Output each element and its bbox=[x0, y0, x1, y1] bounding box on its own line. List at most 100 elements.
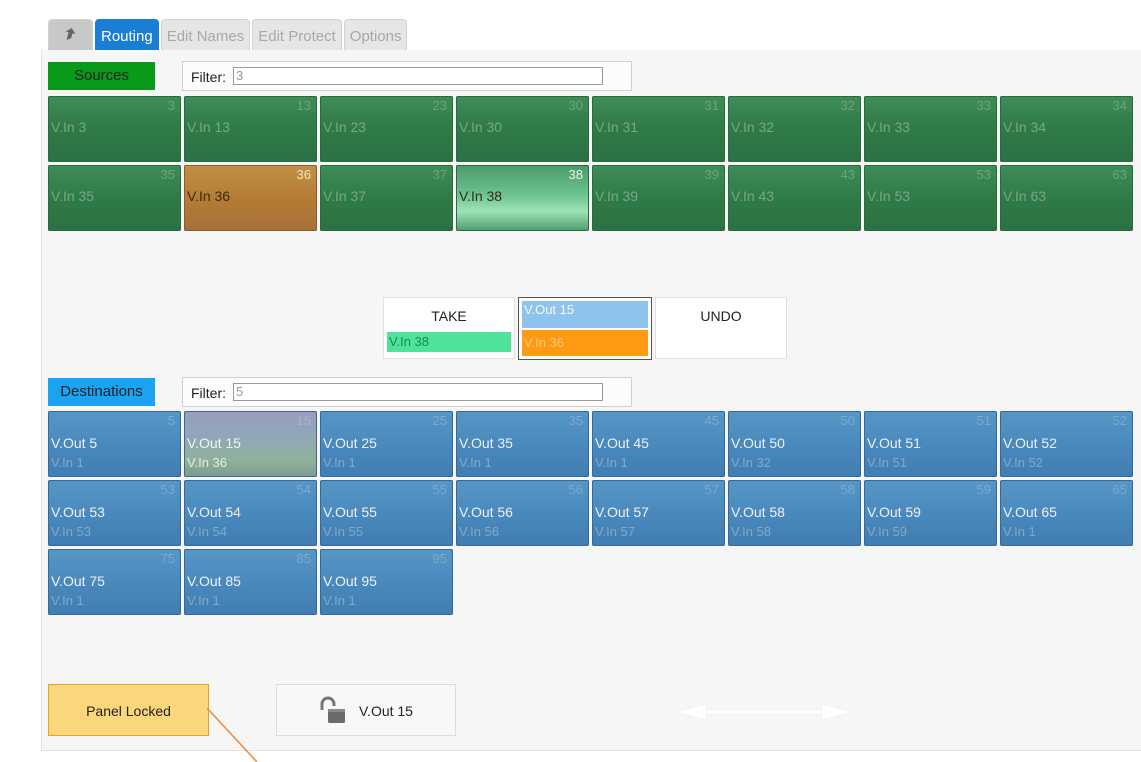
source-number: 33 bbox=[976, 98, 991, 113]
destination-name: V.Out 50 bbox=[731, 435, 785, 451]
source-button[interactable]: 32 V.In 32 bbox=[728, 96, 861, 162]
destination-source: V.In 54 bbox=[187, 524, 228, 539]
destination-number: 51 bbox=[976, 413, 991, 428]
destination-source: V.In 51 bbox=[867, 455, 908, 470]
undo-button[interactable]: UNDO bbox=[655, 297, 787, 359]
destinations-filter-label: Filter: bbox=[191, 385, 226, 401]
source-number: 32 bbox=[840, 98, 855, 113]
destination-number: 58 bbox=[840, 482, 855, 497]
destination-number: 59 bbox=[976, 482, 991, 497]
destination-source: V.In 56 bbox=[459, 524, 500, 539]
destination-number: 56 bbox=[568, 482, 583, 497]
destination-button[interactable]: 58 V.Out 58 V.In 58 bbox=[728, 480, 861, 546]
destinations-filter-input[interactable]: 5 bbox=[233, 383, 603, 401]
destination-source: V.In 1 bbox=[187, 593, 220, 608]
tab-routing[interactable]: Routing bbox=[95, 19, 159, 50]
take-button[interactable]: TAKE V.In 38 bbox=[383, 297, 515, 359]
source-button[interactable]: 30 V.In 30 bbox=[456, 96, 589, 162]
destination-number: 5 bbox=[167, 413, 175, 428]
tab-bar: Routing Edit Names Edit Protect Options bbox=[48, 19, 408, 50]
source-name: V.In 32 bbox=[731, 119, 775, 135]
source-button[interactable]: 31 V.In 31 bbox=[592, 96, 725, 162]
source-number: 34 bbox=[1112, 98, 1127, 113]
source-number: 37 bbox=[432, 167, 447, 182]
destination-button[interactable]: 35 V.Out 35 V.In 1 bbox=[456, 411, 589, 477]
destination-button[interactable]: 52 V.Out 52 V.In 52 bbox=[1000, 411, 1133, 477]
tab-options[interactable]: Options bbox=[343, 19, 408, 50]
tab-edit-names[interactable]: Edit Names bbox=[160, 19, 251, 50]
destination-button[interactable]: 55 V.Out 55 V.In 55 bbox=[320, 480, 453, 546]
source-button[interactable]: 3 V.In 3 bbox=[48, 96, 181, 162]
destination-button[interactable]: 65 V.Out 65 V.In 1 bbox=[1000, 480, 1133, 546]
source-button[interactable]: 33 V.In 33 bbox=[864, 96, 997, 162]
destination-name: V.Out 45 bbox=[595, 435, 649, 451]
sources-label[interactable]: Sources bbox=[48, 62, 155, 90]
tab-edit-protect[interactable]: Edit Protect bbox=[252, 19, 342, 50]
destination-name: V.Out 25 bbox=[323, 435, 377, 451]
destination-button[interactable]: 50 V.Out 50 V.In 32 bbox=[728, 411, 861, 477]
destination-name: V.Out 53 bbox=[51, 504, 105, 520]
source-button[interactable]: 37 V.In 37 bbox=[320, 165, 453, 231]
destination-button[interactable]: 75 V.Out 75 V.In 1 bbox=[48, 549, 181, 615]
destination-name: V.Out 95 bbox=[323, 573, 377, 589]
destination-source: V.In 52 bbox=[1003, 455, 1044, 470]
destination-button[interactable]: 53 V.Out 53 V.In 53 bbox=[48, 480, 181, 546]
source-number: 39 bbox=[704, 167, 719, 182]
source-name: V.In 33 bbox=[867, 119, 911, 135]
source-number: 23 bbox=[432, 98, 447, 113]
destination-button[interactable]: 95 V.Out 95 V.In 1 bbox=[320, 549, 453, 615]
source-name: V.In 35 bbox=[51, 188, 95, 204]
destination-button[interactable]: 85 V.Out 85 V.In 1 bbox=[184, 549, 317, 615]
destinations-filter: Filter: 5 bbox=[182, 377, 632, 407]
destination-number: 54 bbox=[296, 482, 311, 497]
panel-locked-button[interactable]: Panel Locked bbox=[48, 684, 209, 736]
destinations-label[interactable]: Destinations bbox=[48, 378, 155, 406]
destination-button[interactable]: 45 V.Out 45 V.In 1 bbox=[592, 411, 725, 477]
destination-button[interactable]: 59 V.Out 59 V.In 59 bbox=[864, 480, 997, 546]
source-button[interactable]: 13 V.In 13 bbox=[184, 96, 317, 162]
source-button[interactable]: 38 V.In 38 bbox=[456, 165, 589, 231]
destination-number: 55 bbox=[432, 482, 447, 497]
take-label: TAKE bbox=[431, 308, 467, 324]
source-button[interactable]: 34 V.In 34 bbox=[1000, 96, 1133, 162]
destination-button[interactable]: 25 V.Out 25 V.In 1 bbox=[320, 411, 453, 477]
destination-name: V.Out 85 bbox=[187, 573, 241, 589]
source-name: V.In 34 bbox=[1003, 119, 1047, 135]
source-button[interactable]: 36 V.In 36 bbox=[184, 165, 317, 231]
source-name: V.In 43 bbox=[731, 188, 775, 204]
destination-source: V.In 58 bbox=[731, 524, 772, 539]
destination-button[interactable]: 51 V.Out 51 V.In 51 bbox=[864, 411, 997, 477]
destination-button[interactable]: 57 V.Out 57 V.In 57 bbox=[592, 480, 725, 546]
sources-grid: 3 V.In 3 13 V.In 13 23 V.In 23 30 V.In 30 31 V.In… bbox=[48, 96, 1133, 231]
destination-button[interactable]: 54 V.Out 54 V.In 54 bbox=[184, 480, 317, 546]
destination-button[interactable]: 15 V.Out 15 V.In 36 bbox=[184, 411, 317, 477]
destination-button[interactable]: 5 V.Out 5 V.In 1 bbox=[48, 411, 181, 477]
preview-destination: V.Out 15 bbox=[522, 301, 648, 328]
source-number: 31 bbox=[704, 98, 719, 113]
back-tab[interactable] bbox=[48, 19, 93, 50]
destination-name: V.Out 58 bbox=[731, 504, 785, 520]
destination-name: V.Out 57 bbox=[595, 504, 649, 520]
source-button[interactable]: 53 V.In 53 bbox=[864, 165, 997, 231]
source-number: 35 bbox=[160, 167, 175, 182]
source-number: 13 bbox=[296, 98, 311, 113]
destination-number: 53 bbox=[160, 482, 175, 497]
sources-filter-input[interactable]: 3 bbox=[233, 67, 603, 85]
destination-name: V.Out 35 bbox=[459, 435, 513, 451]
destination-name: V.Out 5 bbox=[51, 435, 98, 451]
source-button[interactable]: 39 V.In 39 bbox=[592, 165, 725, 231]
source-button[interactable]: 63 V.In 63 bbox=[1000, 165, 1133, 231]
destination-name: V.Out 75 bbox=[51, 573, 105, 589]
source-button[interactable]: 23 V.In 23 bbox=[320, 96, 453, 162]
source-button[interactable]: 43 V.In 43 bbox=[728, 165, 861, 231]
destination-number: 52 bbox=[1112, 413, 1127, 428]
source-button[interactable]: 35 V.In 35 bbox=[48, 165, 181, 231]
destination-button[interactable]: 56 V.Out 56 V.In 56 bbox=[456, 480, 589, 546]
destination-number: 65 bbox=[1112, 482, 1127, 497]
lock-destination-button[interactable]: V.Out 15 bbox=[276, 684, 456, 736]
destination-source: V.In 57 bbox=[595, 524, 636, 539]
source-number: 63 bbox=[1112, 167, 1127, 182]
destination-source: V.In 1 bbox=[323, 455, 356, 470]
source-number: 38 bbox=[568, 167, 583, 182]
destination-number: 25 bbox=[432, 413, 447, 428]
